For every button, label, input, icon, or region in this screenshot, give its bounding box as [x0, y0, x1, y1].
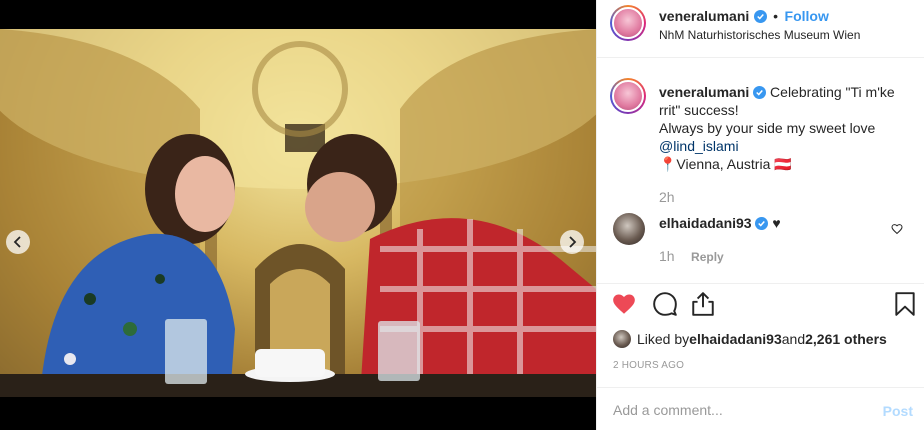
comments-section: veneralumani Celebrating "Ti m'ke rrit" …: [597, 59, 924, 284]
reply-button[interactable]: Reply: [691, 250, 724, 264]
next-photo-button[interactable]: [560, 230, 584, 254]
post-actions-bar: [597, 291, 924, 323]
verified-badge-icon: [753, 10, 767, 23]
commenter-avatar[interactable]: [613, 213, 645, 245]
post-photo[interactable]: [0, 29, 596, 397]
post-header: veneralumani • Follow NhM Naturhistorisc…: [597, 0, 924, 58]
bookmark-icon[interactable]: [892, 291, 918, 317]
caption-mention[interactable]: @lind_islami: [659, 138, 739, 154]
follow-button[interactable]: Follow: [785, 8, 829, 24]
comment: elhaidadani93 ♥: [659, 215, 781, 231]
liker-username[interactable]: elhaidadani93: [689, 331, 782, 347]
chevron-left-icon: [13, 236, 21, 248]
comment-text: ♥: [768, 215, 781, 231]
caption-author-username[interactable]: veneralumani: [659, 84, 749, 100]
likes-count[interactable]: 2,261 others: [805, 331, 887, 347]
likes-prefix: Liked by: [637, 331, 690, 347]
comment-meta: 1h Reply: [659, 248, 724, 266]
chevron-right-icon: [569, 236, 577, 248]
caption-text-3: 📍Vienna, Austria 🇦🇹: [659, 156, 792, 172]
likes-summary: Liked by elhaidadani93 and 2,261 others: [613, 328, 887, 350]
heart-icon[interactable]: [611, 291, 637, 317]
post-timestamp[interactable]: 2 HOURS AGO: [613, 360, 684, 371]
verified-badge-icon: [755, 217, 769, 230]
verified-badge-icon: [753, 86, 767, 99]
previous-photo-button[interactable]: [6, 230, 30, 254]
likes-middle: and: [781, 331, 806, 347]
post-media: [0, 0, 596, 430]
author-avatar[interactable]: [610, 5, 646, 41]
post-location[interactable]: NhM Naturhistorisches Museum Wien: [659, 28, 860, 42]
comment-input[interactable]: [613, 399, 863, 421]
author-username[interactable]: veneralumani: [659, 8, 749, 24]
comment-icon[interactable]: [652, 291, 678, 317]
post-comment-button[interactable]: Post: [883, 403, 913, 419]
caption-author-avatar[interactable]: [610, 78, 646, 114]
caption-text-2: Always by your side my sweet love: [659, 120, 876, 136]
caption-time[interactable]: 2h: [659, 189, 675, 205]
liker-avatar[interactable]: [613, 330, 631, 348]
comment-time[interactable]: 1h: [659, 248, 675, 264]
post-details-panel: veneralumani • Follow NhM Naturhistorisc…: [596, 0, 924, 430]
comment-like-heart-icon[interactable]: [891, 223, 903, 235]
commenter-username[interactable]: elhaidadani93: [659, 215, 752, 231]
share-icon[interactable]: [690, 291, 716, 317]
caption: veneralumani Celebrating "Ti m'ke rrit" …: [659, 83, 909, 173]
separator-dot: •: [773, 8, 779, 24]
photo-illustration: [0, 29, 596, 397]
add-comment-bar: Post: [597, 387, 924, 430]
